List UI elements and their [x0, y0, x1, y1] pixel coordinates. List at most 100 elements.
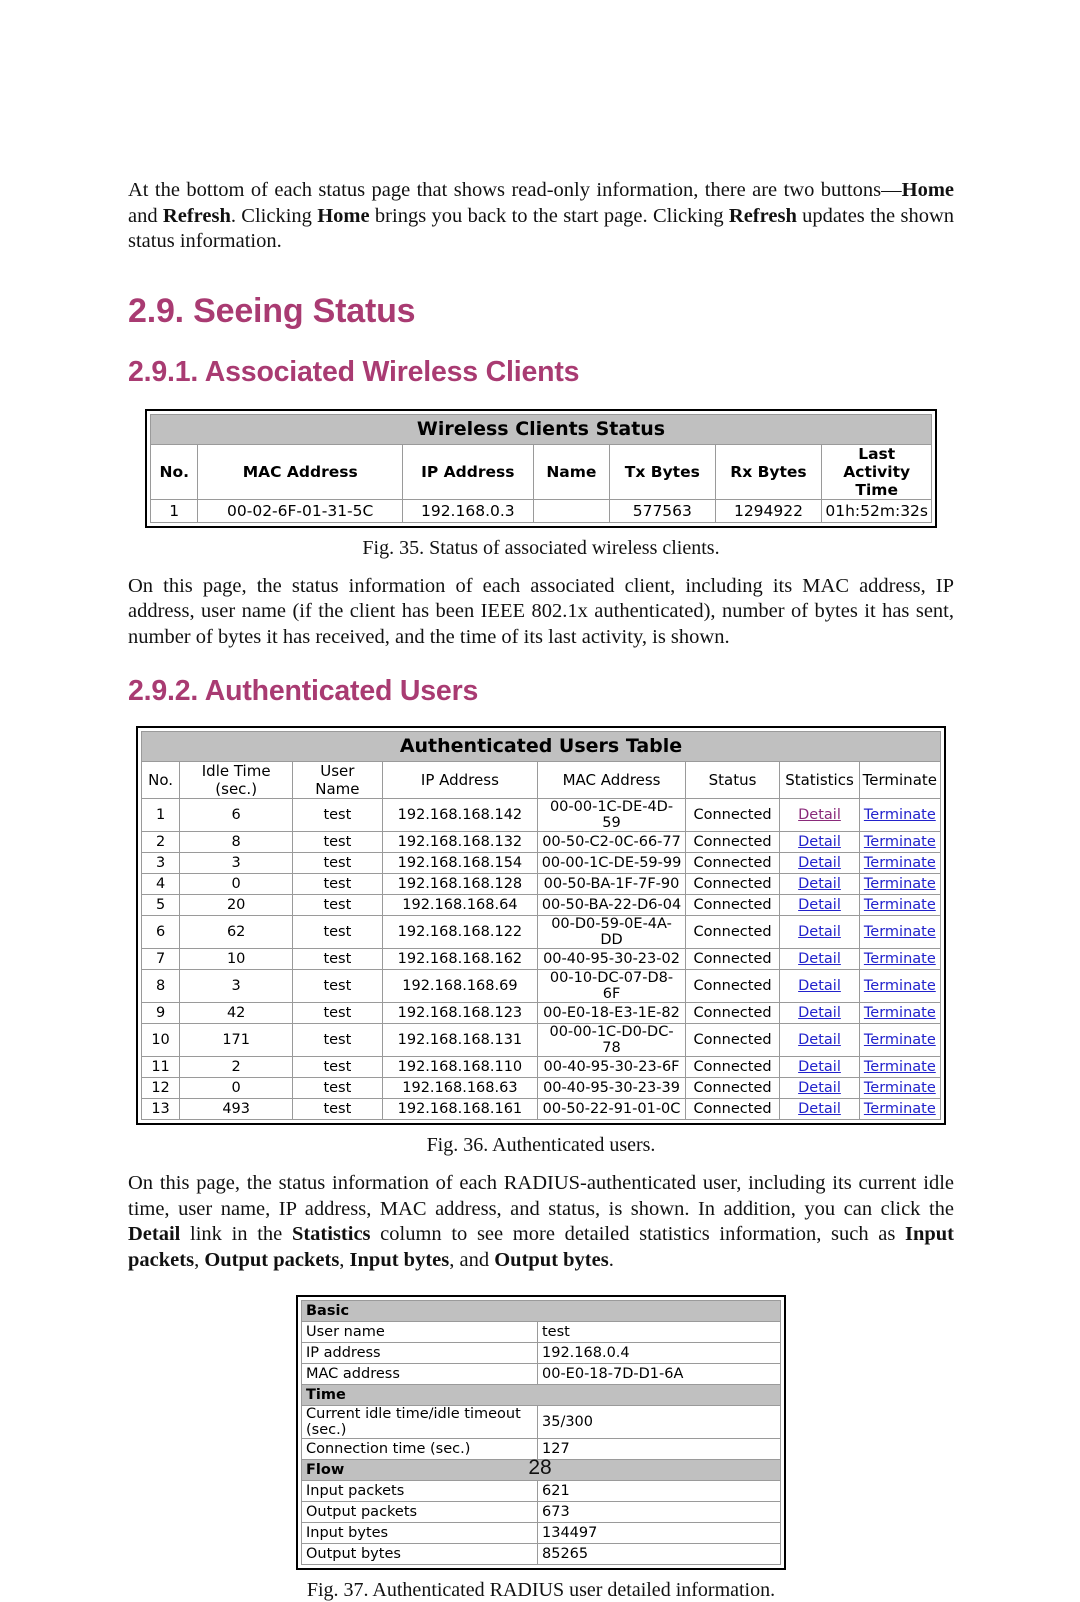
detail-value: 621 — [537, 1480, 781, 1502]
terminate-link[interactable]: Terminate — [864, 1059, 936, 1075]
detail-value: 192.168.0.4 — [537, 1342, 781, 1364]
cell-no: 5 — [140, 894, 181, 916]
cell-mac-address: 00-00-1C-DE-59-99 — [537, 852, 686, 874]
cell-no: 3 — [140, 852, 181, 874]
cell-terminate: Terminate — [858, 1077, 942, 1099]
cell-terminate: Terminate — [858, 798, 942, 832]
caption-fig-35: Fig. 35. Status of associated wireless c… — [362, 536, 720, 559]
terminate-link[interactable]: Terminate — [864, 1032, 936, 1048]
cell-terminate: Terminate — [858, 915, 942, 949]
wireless-clients-status-screenshot: Wireless Clients Status No. MAC Address IP… — [145, 408, 937, 528]
table-row: 7 10 test 192.168.168.162 00-40-95-30-23-02 C… — [140, 948, 942, 970]
cell-tx-bytes: 577563 — [609, 498, 716, 523]
detail-link[interactable]: Detail — [798, 1080, 841, 1096]
detail-row: Input bytes 134497 — [301, 1522, 781, 1544]
column-header: Terminate — [858, 761, 942, 799]
detail-link[interactable]: Detail — [798, 855, 841, 871]
radius-part-4: , — [194, 1248, 205, 1271]
column-header: Rx Bytes — [714, 443, 823, 500]
cell-statistics: Detail — [779, 1098, 860, 1120]
cell-ip-address: 192.168.168.69 — [381, 969, 539, 1003]
cell-mac-address: 00-50-C2-0C-66-77 — [537, 831, 686, 853]
cell-no: 4 — [140, 873, 181, 895]
table-title-row: Authenticated Users Table — [141, 731, 941, 762]
cell-terminate: Terminate — [858, 1098, 942, 1120]
detail-key: MAC address — [301, 1363, 538, 1385]
column-header: Tx Bytes — [609, 443, 716, 500]
radius-part-5: , — [339, 1248, 350, 1271]
table-row: 4 0 test 192.168.168.128 00-50-BA-1F-7F-90 Co… — [140, 873, 942, 895]
terminate-link[interactable]: Terminate — [864, 978, 936, 994]
cell-status: Connected — [684, 1098, 781, 1120]
cell-terminate: Terminate — [858, 894, 942, 916]
cell-no: 9 — [140, 1002, 181, 1024]
detail-link[interactable]: Detail — [798, 1032, 841, 1048]
paragraph-radius-users: On this page, the status information of … — [128, 1171, 954, 1273]
cell-status: Connected — [684, 969, 781, 1003]
cell-idle-time: 171 — [179, 1023, 294, 1057]
cell-name — [532, 498, 611, 523]
terminate-link[interactable]: Terminate — [864, 834, 936, 850]
detail-link[interactable]: Detail — [798, 1059, 841, 1075]
cell-idle-time: 3 — [179, 969, 294, 1003]
detail-value: 35/300 — [537, 1405, 781, 1439]
terminate-link[interactable]: Terminate — [864, 855, 936, 871]
detail-row: User name test — [301, 1321, 781, 1343]
detail-link[interactable]: Detail — [798, 924, 841, 940]
table-row: 1 00-02-6F-01-31-5C 192.168.0.3 577563 12949… — [149, 498, 932, 523]
cell-statistics: Detail — [779, 831, 860, 853]
intro-mid-3: brings you back to the start page. Click… — [369, 204, 729, 227]
radius-bold-input-bytes: Input bytes — [349, 1248, 450, 1271]
cell-terminate: Terminate — [858, 969, 942, 1003]
detail-link[interactable]: Detail — [798, 978, 841, 994]
cell-status: Connected — [684, 852, 781, 874]
cell-ip-address: 192.168.168.122 — [381, 915, 539, 949]
cell-status: Connected — [684, 948, 781, 970]
intro-lead: At the bottom of each status page that s… — [128, 179, 902, 201]
terminate-link[interactable]: Terminate — [864, 924, 936, 940]
detail-link[interactable]: Detail — [798, 834, 841, 850]
cell-status: Connected — [684, 894, 781, 916]
radius-part-7: . — [608, 1248, 614, 1271]
detail-link[interactable]: Detail — [798, 807, 841, 823]
terminate-link[interactable]: Terminate — [864, 1005, 936, 1021]
terminate-link[interactable]: Terminate — [864, 1101, 936, 1117]
cell-mac-address: 00-00-1C-D0-DC-78 — [537, 1023, 686, 1057]
intro-bold-home-2: Home — [317, 204, 370, 227]
section-header-row: Basic — [301, 1300, 781, 1322]
column-header: No. — [149, 443, 199, 500]
detail-row: Input packets 621 — [301, 1480, 781, 1502]
cell-ip-address: 192.168.168.110 — [381, 1056, 539, 1078]
table-row: 10 171 test 192.168.168.131 00-00-1C-D0-DC-7… — [140, 1023, 942, 1057]
cell-user-name: test — [292, 1098, 383, 1120]
detail-link[interactable]: Detail — [798, 951, 841, 967]
detail-key: IP address — [301, 1342, 538, 1364]
user-detail-screenshot: Basic User name test IP address 192.168.0.4 M… — [296, 1295, 786, 1570]
authenticated-users-table: Authenticated Users Table No. Idle Time (… — [140, 731, 942, 1120]
detail-link[interactable]: Detail — [798, 1005, 841, 1021]
radius-bold-statistics: Statistics — [291, 1223, 371, 1245]
table-header-row: No. Idle Time (sec.) User Name IP Address MA… — [140, 761, 942, 799]
detail-link[interactable]: Detail — [798, 897, 841, 913]
cell-idle-time: 0 — [179, 873, 294, 895]
cell-terminate: Terminate — [858, 852, 942, 874]
cell-status: Connected — [684, 798, 781, 832]
terminate-link[interactable]: Terminate — [864, 897, 936, 913]
detail-row: MAC address 00-E0-18-7D-D1-6A — [301, 1363, 781, 1385]
cell-statistics: Detail — [779, 1023, 860, 1057]
cell-ip-address: 192.168.168.161 — [381, 1098, 539, 1120]
cell-ip-address: 192.168.168.128 — [381, 873, 539, 895]
column-header: Statistics — [779, 761, 860, 799]
cell-user-name: test — [292, 969, 383, 1003]
terminate-link[interactable]: Terminate — [864, 876, 936, 892]
terminate-link[interactable]: Terminate — [864, 951, 936, 967]
detail-link[interactable]: Detail — [798, 876, 841, 892]
detail-value: test — [537, 1321, 781, 1343]
detail-link[interactable]: Detail — [798, 1101, 841, 1117]
table-title-row: Wireless Clients Status — [150, 413, 932, 445]
cell-statistics: Detail — [779, 948, 860, 970]
terminate-link[interactable]: Terminate — [864, 807, 936, 823]
terminate-link[interactable]: Terminate — [864, 1080, 936, 1096]
cell-statistics: Detail — [779, 798, 860, 832]
cell-mac-address: 00-00-1C-DE-4D-59 — [537, 798, 686, 832]
